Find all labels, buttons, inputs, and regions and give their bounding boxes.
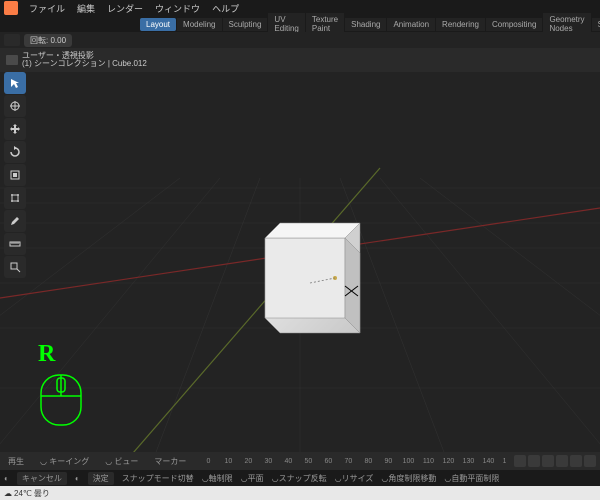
taskbar-temp: 24℃ [14,489,32,498]
menu-file[interactable]: ファイル [24,0,70,17]
header-icon[interactable] [6,55,18,65]
timeline-jump-end-button[interactable] [584,455,596,467]
status-angle: ◡角度制限移動 [381,473,436,484]
tool-cursor[interactable] [4,95,26,117]
status-axis: ◡軸制限 [202,473,233,484]
status-cancel[interactable]: キャンセル [17,472,67,485]
tab-scripting[interactable]: Scripting [592,18,600,31]
tool-measure[interactable] [4,233,26,255]
status-snap-inv: ◡スナップ反転 [272,473,327,484]
tab-sculpting[interactable]: Sculpting [223,18,268,31]
menu-edit[interactable]: 編集 [72,0,100,17]
status-auto: ◡自動平面制限 [444,473,499,484]
timeline-keying-label[interactable]: ◡ キーイング [36,456,93,467]
tab-shading[interactable]: Shading [345,18,386,31]
timeline-prev-key-button[interactable] [528,455,540,467]
timeline-play-button[interactable] [556,455,568,467]
cube-object[interactable] [265,223,360,333]
timeline-view-label[interactable]: ◡ ビュー [101,456,142,467]
active-object-label: (1) シーンコレクション | Cube.012 [22,60,147,68]
timeline-next-key-button[interactable] [570,455,582,467]
mouse-key-label: R [38,341,84,368]
taskbar-weather-label: 曇り [34,488,50,499]
mouse-icon [38,372,84,428]
status-resize: ◡リサイズ [335,473,374,484]
status-plane: ◡平面 [241,473,264,484]
os-taskbar[interactable]: ☁ 24℃ 曇り [0,486,600,500]
tab-compositing[interactable]: Compositing [486,18,542,31]
timeline[interactable]: 再生 ◡ キーイング ◡ ビュー マーカー 010203040506070809… [0,452,600,470]
tool-rotate[interactable] [4,141,26,163]
timeline-play-rev-button[interactable] [542,455,554,467]
status-snap: スナップモード切替 [122,473,194,484]
menu-window[interactable]: ウィンドウ [150,0,205,17]
mouse-indicator: R [38,341,84,430]
timeline-marker-label[interactable]: マーカー [150,456,190,467]
blender-logo-icon[interactable] [4,1,18,15]
tool-scale[interactable] [4,164,26,186]
weather-icon: ☁ [4,489,12,498]
tab-modeling[interactable]: Modeling [177,18,221,31]
tab-rendering[interactable]: Rendering [436,18,485,31]
editor-type-dropdown[interactable] [4,34,20,46]
rotation-readout: 回転: 0.00 [24,34,72,47]
status-bar: ◐ キャンセル ◐ 決定 スナップモード切替 ◡軸制限 ◡平面 ◡スナップ反転 … [0,470,600,486]
tab-animation[interactable]: Animation [387,18,435,31]
timeline-ruler[interactable]: 0102030405060708090100110120130140150160… [198,452,506,470]
tool-move[interactable] [4,118,26,140]
3d-viewport[interactable] [0,68,600,452]
menu-render[interactable]: レンダー [102,0,148,17]
menu-help[interactable]: ヘルプ [207,0,244,17]
tool-annotate[interactable] [4,210,26,232]
status-confirm[interactable]: 決定 [88,472,114,485]
tool-transform[interactable] [4,187,26,209]
tool-add[interactable] [4,256,26,278]
taskbar-weather[interactable]: ☁ 24℃ 曇り [4,488,50,499]
tab-layout[interactable]: Layout [140,18,176,31]
tool-select[interactable] [4,72,26,94]
timeline-jump-start-button[interactable] [514,455,526,467]
timeline-play-label[interactable]: 再生 [4,456,28,467]
